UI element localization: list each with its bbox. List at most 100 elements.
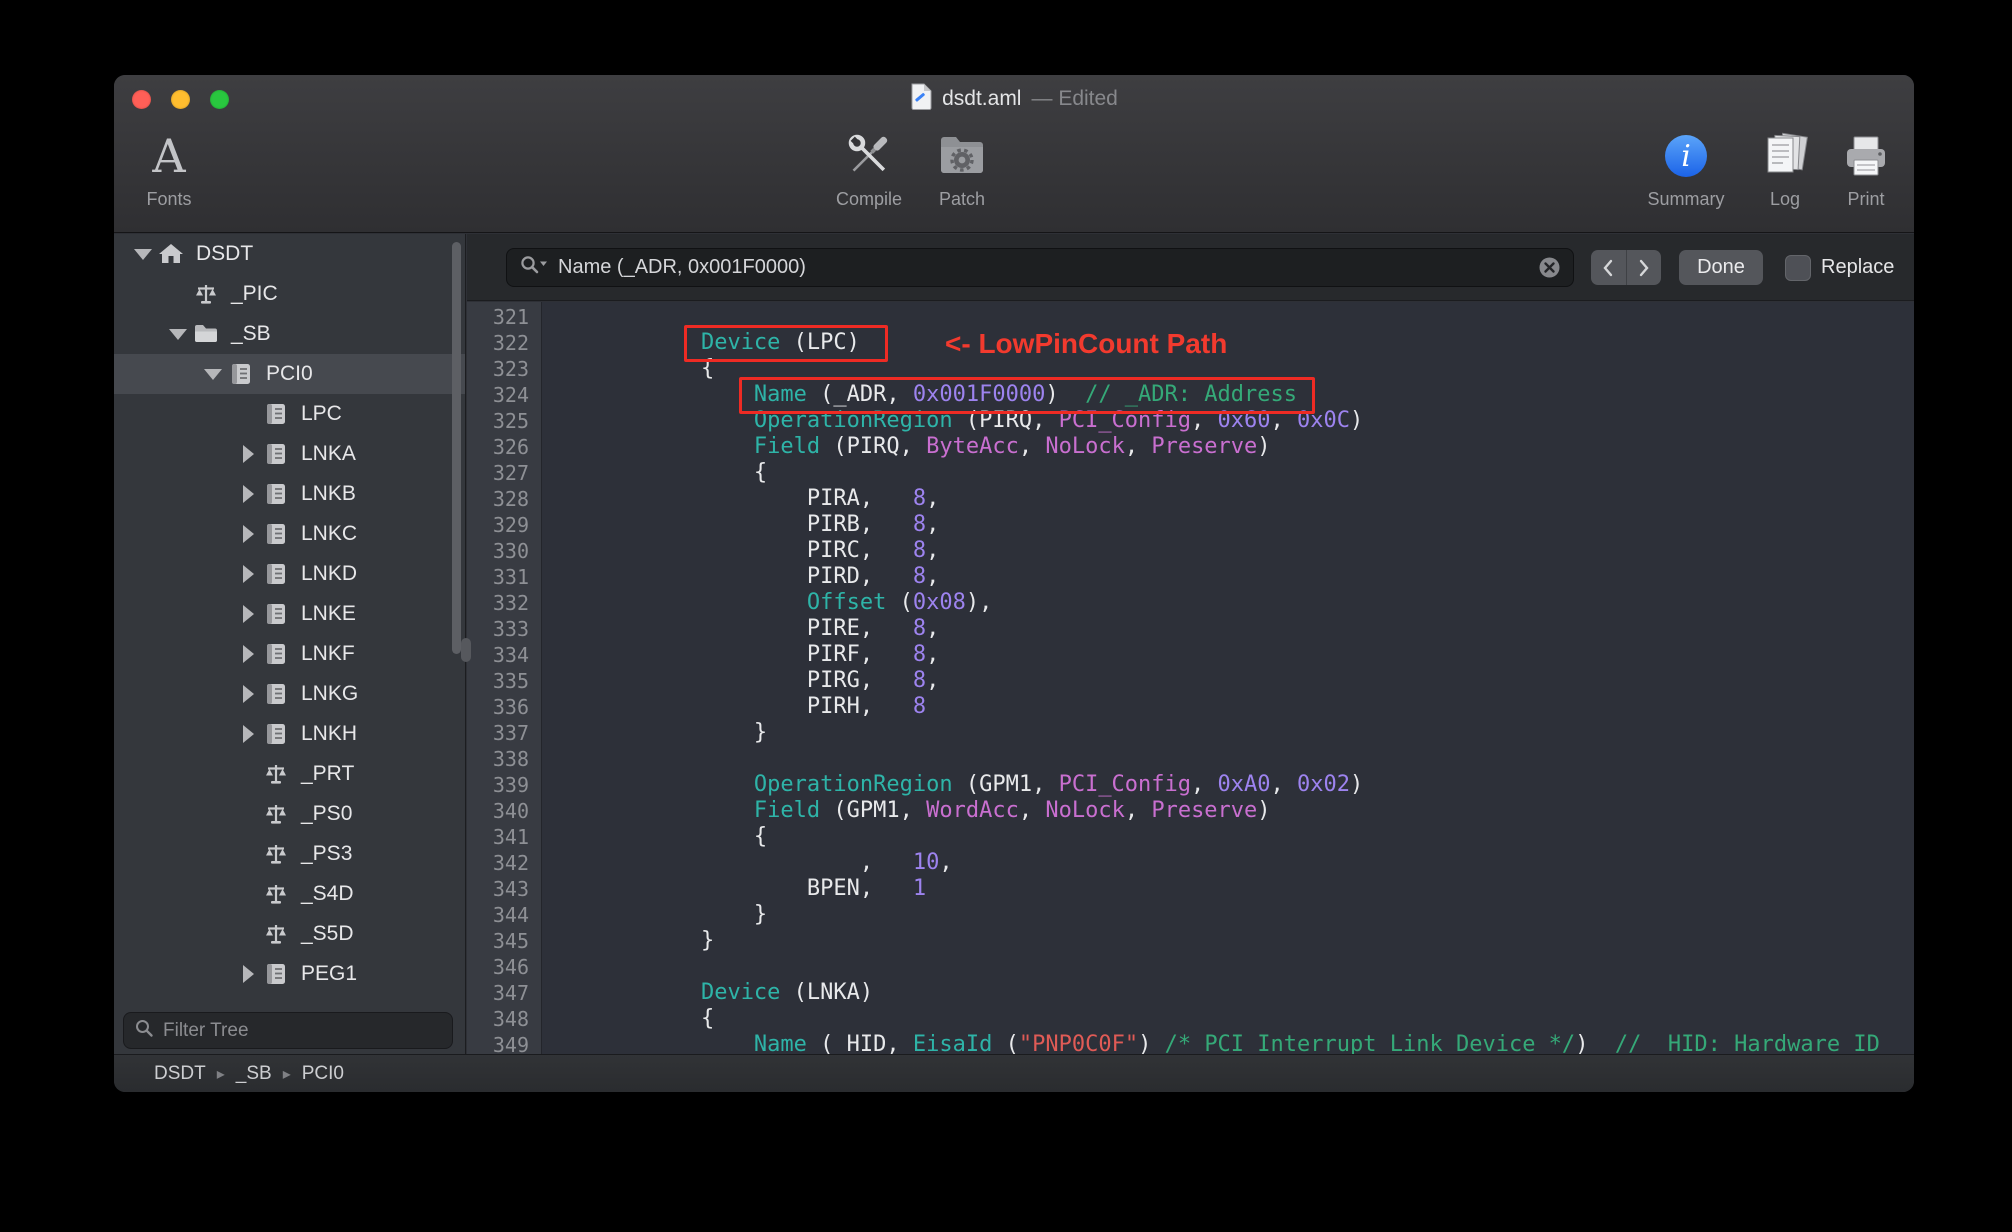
replace-checkbox[interactable] <box>1785 254 1811 281</box>
disclosure-triangle-icon[interactable] <box>233 514 263 554</box>
device-icon <box>263 561 291 587</box>
find-next-button[interactable] <box>1625 250 1662 285</box>
line-number: 347 <box>492 981 529 1005</box>
disclosure-triangle-icon[interactable] <box>233 674 263 714</box>
code-line: OperationRegion (GPM1, PCI_Config, 0xA0,… <box>753 772 1364 797</box>
disclosure-triangle-icon[interactable] <box>233 634 263 674</box>
print-label: Print <box>1847 189 1885 209</box>
summary-button[interactable]: i Summary <box>1631 123 1741 227</box>
tree-item-DSDT[interactable]: DSDT <box>114 234 465 274</box>
tree-item-LNKH[interactable]: LNKH <box>114 714 465 754</box>
line-number: 342 <box>492 851 529 875</box>
print-button[interactable]: Print <box>1811 123 1914 227</box>
tree-item-LNKC[interactable]: LNKC <box>114 514 465 554</box>
find-previous-button[interactable] <box>1591 250 1626 285</box>
tree-item-LNKE[interactable]: LNKE <box>114 594 465 634</box>
disclosure-triangle-icon[interactable] <box>198 354 228 394</box>
line-number: 341 <box>492 825 529 849</box>
tree-item-label: PEG1 <box>301 962 358 985</box>
tree-item-_PIC[interactable]: _PIC <box>114 274 465 314</box>
code-line: PIRC, 8, <box>542 538 940 563</box>
tree-item-_PS0[interactable]: _PS0 <box>114 794 465 834</box>
code-line: { <box>542 824 768 849</box>
search-menu-icon[interactable] <box>519 254 549 281</box>
method-icon <box>263 801 291 827</box>
code-line: Device (LNKA) <box>700 980 874 1005</box>
code-line: , 10, <box>542 850 953 875</box>
breadcrumb-separator-icon: ▸ <box>282 1065 291 1083</box>
tree-item-_SB[interactable]: _SB <box>114 314 465 354</box>
device-icon <box>263 641 291 667</box>
tree-item-LNKG[interactable]: LNKG <box>114 674 465 714</box>
line-number: 345 <box>492 929 529 953</box>
disclosure-triangle-icon[interactable] <box>233 714 263 754</box>
tree-item-_S5D[interactable]: _S5D <box>114 914 465 954</box>
line-number: 328 <box>492 487 529 511</box>
window-content: DSDT _PIC _SB PCI0 LPC LNKA LNKB LNKC LNKD LNKE LN… <box>114 234 1914 1054</box>
search-input[interactable]: Name (_ADR, 0x001F0000) <box>506 248 1574 287</box>
compile-label: Compile <box>835 189 903 209</box>
code-line: Field (PIRQ, ByteAcc, NoLock, Preserve) <box>753 434 1271 459</box>
code-line: Offset (0x08), <box>806 590 993 615</box>
fonts-button[interactable]: A Fonts <box>114 123 224 227</box>
line-number: 339 <box>492 773 529 797</box>
code-line: PIRH, 8 <box>542 694 927 719</box>
tree-item-LNKB[interactable]: LNKB <box>114 474 465 514</box>
window-header: dsdt.aml — Edited A Fonts Compile Patch … <box>114 75 1914 233</box>
disclosure-triangle-icon[interactable] <box>233 554 263 594</box>
disclosure-triangle-icon[interactable] <box>233 954 263 994</box>
line-number: 330 <box>492 539 529 563</box>
tree-item-PCI0[interactable]: PCI0 <box>114 354 465 394</box>
method-icon <box>193 281 221 307</box>
window-title-status: — Edited <box>1031 87 1118 110</box>
code-area: Device (LPC) { Name (_ADR, 0x001F0000) /… <box>542 304 1914 1054</box>
tree-item-label: _SB <box>231 322 271 345</box>
line-number: 337 <box>492 721 529 745</box>
disclosure-triangle-icon[interactable] <box>233 594 263 634</box>
method-icon <box>263 921 291 947</box>
disclosure-triangle-icon[interactable] <box>233 474 263 514</box>
line-number: 344 <box>492 903 529 927</box>
disclosure-triangle-icon[interactable] <box>128 234 158 274</box>
window-title-filename: dsdt.aml <box>942 87 1022 110</box>
clear-search-button[interactable] <box>1538 256 1561 279</box>
tree-item-LPC[interactable]: LPC <box>114 394 465 434</box>
tree-item-_S4D[interactable]: _S4D <box>114 874 465 914</box>
tree-item-_PRT[interactable]: _PRT <box>114 754 465 794</box>
patch-label: Patch <box>938 189 986 209</box>
tree-item-LNKF[interactable]: LNKF <box>114 634 465 674</box>
document-icon <box>910 83 932 116</box>
patch-icon <box>935 123 989 189</box>
code-line: PIRD, 8, <box>542 564 940 589</box>
disclosure-triangle-icon[interactable] <box>233 434 263 474</box>
tree-item-LNKD[interactable]: LNKD <box>114 554 465 594</box>
breadcrumb-item[interactable]: DSDT <box>154 1063 206 1085</box>
search-icon <box>134 1018 154 1043</box>
tree-item-label: LNKH <box>301 722 358 745</box>
breadcrumb-item[interactable]: PCI0 <box>302 1063 344 1085</box>
tree-item-label: LNKB <box>301 482 356 505</box>
filter-tree-input[interactable]: Filter Tree <box>123 1012 453 1049</box>
disclosure-placeholder <box>233 754 263 794</box>
tree-item-LNKA[interactable]: LNKA <box>114 434 465 474</box>
tree-item-label: LNKG <box>301 682 359 705</box>
breadcrumb-item[interactable]: _SB <box>236 1063 272 1085</box>
line-number: 333 <box>492 617 529 641</box>
line-number-gutter: 321 322 323 324 325 326 327 328 329 330 331 332 333 3… <box>467 302 542 1054</box>
sidebar-scrollbar[interactable] <box>452 242 461 654</box>
line-number: 348 <box>492 1007 529 1031</box>
window-titlebar[interactable]: dsdt.aml — Edited <box>114 75 1914 123</box>
done-button[interactable]: Done <box>1679 250 1763 285</box>
line-number: 336 <box>492 695 529 719</box>
split-handle[interactable] <box>461 638 471 662</box>
line-number: 340 <box>492 799 529 823</box>
line-number: 329 <box>492 513 529 537</box>
disclosure-triangle-icon[interactable] <box>163 314 193 354</box>
tree-item-label: PCI0 <box>266 362 313 385</box>
tree-item-_PS3[interactable]: _PS3 <box>114 834 465 874</box>
tree-item-PEG1[interactable]: PEG1 <box>114 954 465 994</box>
patch-button[interactable]: Patch <box>907 123 1017 227</box>
code-editor[interactable]: 321 322 323 324 325 326 327 328 329 330 331 332 333 3… <box>467 302 1914 1054</box>
tree-item-label: LPC <box>301 402 342 425</box>
replace-label: Replace <box>1821 256 1895 278</box>
